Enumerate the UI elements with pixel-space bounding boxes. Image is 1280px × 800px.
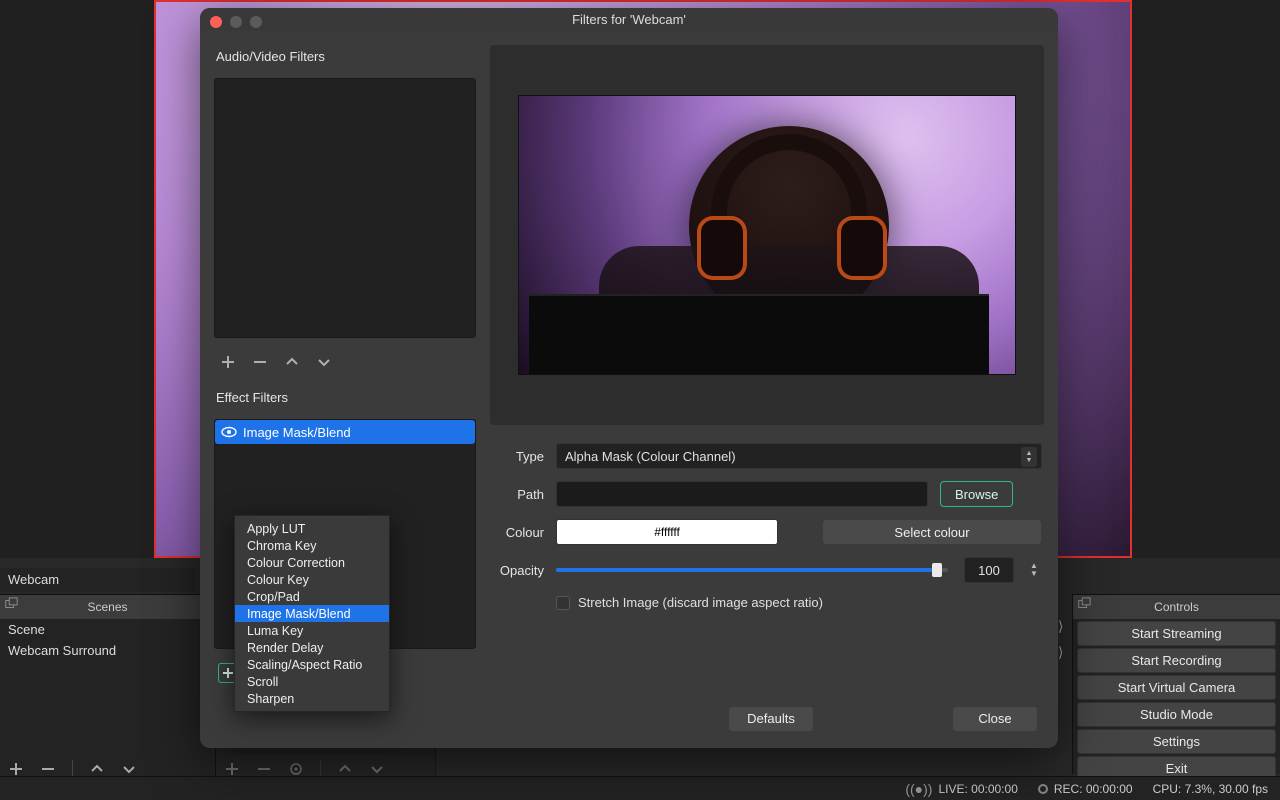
list-item[interactable]: Webcam Surround <box>0 640 215 661</box>
add-icon[interactable] <box>224 761 240 777</box>
colour-value-swatch[interactable]: #ffffff <box>556 519 778 545</box>
record-icon <box>1038 784 1048 794</box>
effect-filters-label: Effect Filters <box>216 390 474 405</box>
audio-video-filters-list[interactable] <box>214 78 476 338</box>
type-select[interactable]: Alpha Mask (Colour Channel) ▲▼ <box>556 443 1042 469</box>
start-streaming-button[interactable]: Start Streaming <box>1077 621 1276 646</box>
path-row: Path Browse <box>492 481 1042 507</box>
scenes-header-label: Scenes <box>87 600 127 614</box>
menu-item[interactable]: Chroma Key <box>235 537 389 554</box>
remove-icon[interactable] <box>256 761 272 777</box>
add-filter-context-menu[interactable]: Apply LUTChroma KeyColour CorrectionColo… <box>234 515 390 712</box>
menu-item[interactable]: Crop/Pad <box>235 588 389 605</box>
menu-item[interactable]: Scroll <box>235 673 389 690</box>
stretch-label: Stretch Image (discard image aspect rati… <box>578 595 823 610</box>
menu-item[interactable]: Colour Correction <box>235 554 389 571</box>
opacity-label: Opacity <box>492 563 544 578</box>
opacity-row: Opacity 100 ▲▼ <box>492 557 1042 583</box>
menu-item[interactable]: Render Delay <box>235 639 389 656</box>
broadcast-icon: ((●)) <box>905 781 932 797</box>
move-up-icon[interactable] <box>89 761 105 777</box>
cpu-status: CPU: 7.3%, 30.00 fps <box>1153 782 1268 796</box>
colour-label: Colour <box>492 525 544 540</box>
move-down-icon[interactable] <box>369 761 385 777</box>
status-bar: ((●))LIVE: 00:00:00 REC: 00:00:00 CPU: 7… <box>0 776 1280 800</box>
colour-row: Colour #ffffff Select colour <box>492 519 1042 545</box>
path-field[interactable] <box>556 481 928 507</box>
remove-icon[interactable] <box>252 354 268 370</box>
close-window-icon[interactable] <box>210 16 222 28</box>
transition-chevron-icon[interactable]: ⟩ <box>1058 644 1063 661</box>
live-status: ((●))LIVE: 00:00:00 <box>905 781 1018 797</box>
filter-preview-image <box>518 95 1016 375</box>
menu-item[interactable]: Scaling/Aspect Ratio <box>235 656 389 673</box>
studio-mode-button[interactable]: Studio Mode <box>1077 702 1276 727</box>
select-colour-button[interactable]: Select colour <box>822 519 1042 545</box>
remove-icon[interactable] <box>40 761 56 777</box>
effect-filter-item[interactable]: Image Mask/Blend <box>215 420 475 444</box>
defaults-button[interactable]: Defaults <box>728 706 814 732</box>
effect-filter-name: Image Mask/Blend <box>243 425 351 440</box>
rec-status: REC: 00:00:00 <box>1038 782 1133 796</box>
start-recording-button[interactable]: Start Recording <box>1077 648 1276 673</box>
start-virtual-camera-button[interactable]: Start Virtual Camera <box>1077 675 1276 700</box>
gear-icon[interactable] <box>288 761 304 777</box>
stretch-checkbox[interactable] <box>556 596 570 610</box>
scenes-list[interactable]: Scene Webcam Surround <box>0 619 215 754</box>
menu-item[interactable]: Colour Key <box>235 571 389 588</box>
scenes-header: Scenes <box>0 595 215 619</box>
move-up-icon[interactable] <box>337 761 353 777</box>
visibility-eye-icon[interactable] <box>221 424 237 440</box>
filter-preview-pane <box>490 45 1044 425</box>
audio-video-filters-label: Audio/Video Filters <box>216 49 474 64</box>
menu-item[interactable]: Luma Key <box>235 622 389 639</box>
transition-chevron-icon[interactable]: ⟩ <box>1058 618 1063 635</box>
select-stepper-icon[interactable]: ▲▼ <box>1021 447 1037 467</box>
window-controls <box>210 16 262 28</box>
zoom-window-icon <box>250 16 262 28</box>
controls-header-label: Controls <box>1154 600 1199 614</box>
move-up-icon[interactable] <box>284 354 300 370</box>
type-label: Type <box>492 449 544 464</box>
av-filters-toolbar <box>214 348 476 376</box>
scenes-panel: Scenes Scene Webcam Surround <box>0 594 216 754</box>
spin-stepper-icon[interactable]: ▲▼ <box>1026 557 1042 583</box>
add-icon[interactable] <box>8 761 24 777</box>
menu-item[interactable]: Apply LUT <box>235 520 389 537</box>
menu-item[interactable]: Sharpen <box>235 690 389 707</box>
dock-pop-out-icon[interactable] <box>4 597 22 615</box>
opacity-slider[interactable] <box>556 568 948 572</box>
opacity-spinbox[interactable]: 100 <box>964 557 1014 583</box>
type-value: Alpha Mask (Colour Channel) <box>565 449 736 464</box>
settings-button[interactable]: Settings <box>1077 729 1276 754</box>
stretch-row: Stretch Image (discard image aspect rati… <box>492 595 1042 610</box>
list-item[interactable]: Scene <box>0 619 215 640</box>
dialog-titlebar[interactable]: Filters for 'Webcam' <box>200 8 1058 31</box>
add-icon[interactable] <box>220 354 236 370</box>
menu-item[interactable]: Image Mask/Blend <box>235 605 389 622</box>
close-button[interactable]: Close <box>952 706 1038 732</box>
type-row: Type Alpha Mask (Colour Channel) ▲▼ <box>492 443 1042 469</box>
move-down-icon[interactable] <box>316 354 332 370</box>
selected-source-label: Webcam <box>0 568 195 592</box>
browse-button[interactable]: Browse <box>940 481 1013 507</box>
controls-header: Controls <box>1073 595 1280 619</box>
dock-pop-out-icon[interactable] <box>1077 597 1095 615</box>
dialog-title: Filters for 'Webcam' <box>572 12 686 27</box>
move-down-icon[interactable] <box>121 761 137 777</box>
minimize-window-icon <box>230 16 242 28</box>
path-label: Path <box>492 487 544 502</box>
controls-panel: Controls Start Streaming Start Recording… <box>1072 594 1280 774</box>
